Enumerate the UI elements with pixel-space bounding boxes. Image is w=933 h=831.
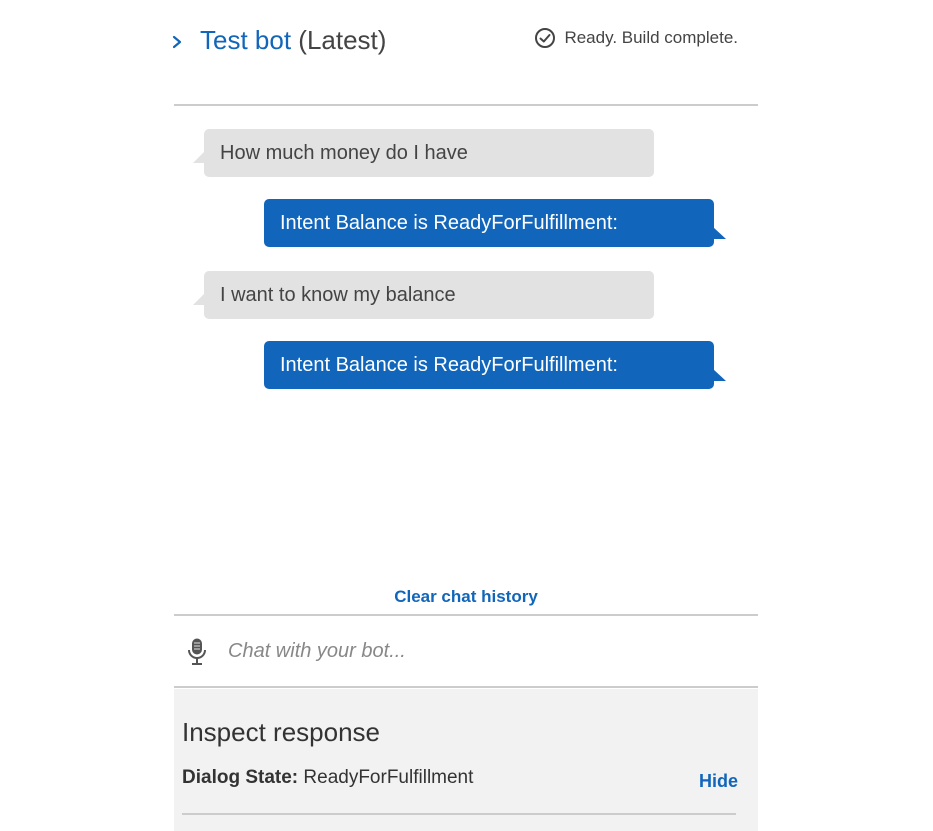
- chat-divider-bottom: [174, 686, 758, 688]
- test-bot-link[interactable]: Test bot: [200, 25, 291, 55]
- inspect-divider: [182, 813, 736, 815]
- chevron-right-icon[interactable]: [170, 28, 184, 56]
- chat-input[interactable]: [228, 635, 728, 667]
- page-title: Test bot (Latest): [200, 22, 386, 58]
- bot-message: Intent Balance is ReadyForFulfillment:: [264, 341, 726, 389]
- test-bot-header: Test bot (Latest) Ready. Build complete.: [170, 22, 760, 62]
- inspect-response-title: Inspect response: [182, 717, 381, 747]
- message-text: Intent Balance is ReadyForFulfillment:: [280, 212, 618, 234]
- check-circle-icon: [535, 28, 556, 48]
- dialog-state-value: ReadyForFulfillment: [303, 767, 474, 788]
- message-text: Intent Balance is ReadyForFulfillment:: [280, 354, 618, 376]
- clear-chat-history-link[interactable]: Clear chat history: [174, 585, 758, 609]
- version-label: (Latest): [298, 25, 387, 55]
- user-message: I want to know my balance: [193, 271, 654, 319]
- message-text: I want to know my balance: [220, 284, 456, 306]
- dialog-state-label: Dialog State:: [182, 767, 299, 788]
- message-text: How much money do I have: [220, 142, 468, 164]
- chat-divider-top: [174, 614, 758, 616]
- bot-message: Intent Balance is ReadyForFulfillment:: [264, 199, 726, 247]
- bubble-tail: [713, 227, 726, 239]
- user-message: How much money do I have: [193, 129, 654, 177]
- inspect-response-panel: Inspect response Dialog State: ReadyForF…: [174, 689, 758, 831]
- hide-link[interactable]: Hide: [699, 769, 738, 793]
- chat-bar: [174, 617, 758, 687]
- status-text: Ready. Build complete.: [564, 28, 738, 47]
- bubble-tail: [193, 151, 205, 163]
- build-status: Ready. Build complete.: [534, 24, 738, 52]
- bubble-tail: [713, 369, 726, 381]
- header-divider: [174, 104, 758, 106]
- bubble-tail: [193, 293, 205, 305]
- microphone-icon[interactable]: [186, 637, 208, 667]
- dialog-state: Dialog State: ReadyForFulfillment: [182, 765, 473, 791]
